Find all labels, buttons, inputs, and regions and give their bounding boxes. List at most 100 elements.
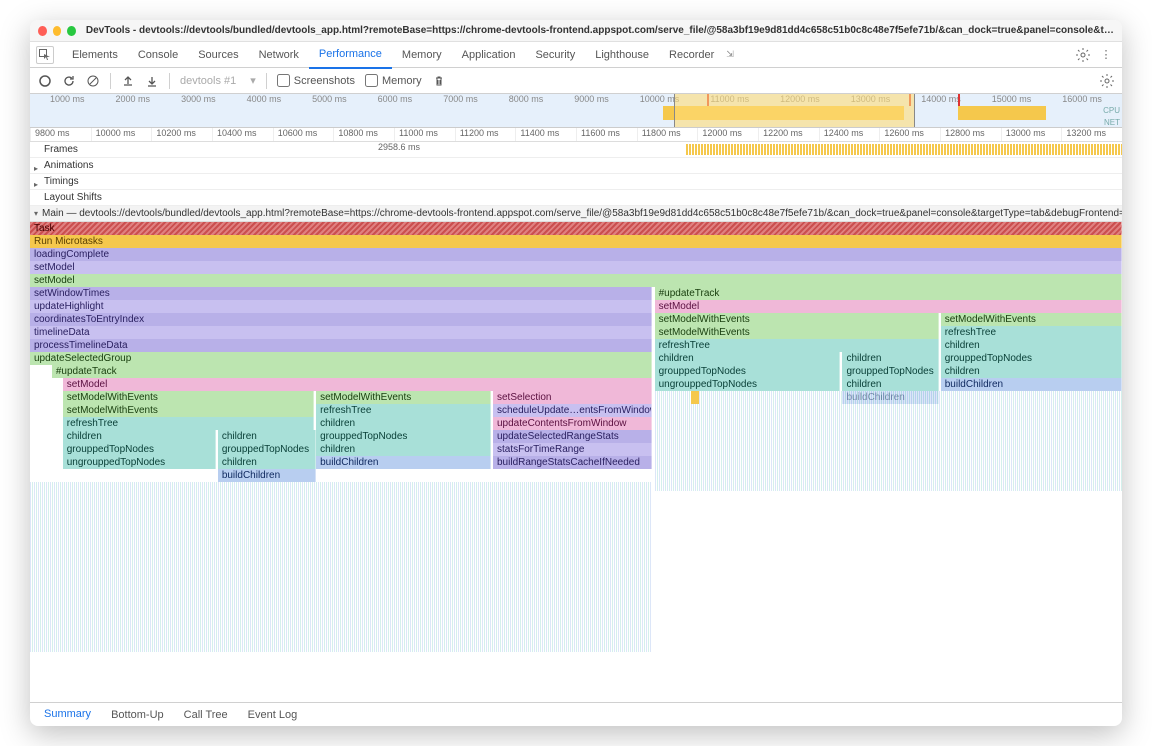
flame-bar[interactable]: buildRangeStatsCacheIfNeeded [493,456,652,469]
tab-network[interactable]: Network [249,42,309,68]
settings-gear-icon[interactable] [1076,48,1096,62]
flame-bar[interactable]: setModelWithEvents [63,404,314,417]
close-window-button[interactable] [38,26,47,36]
flame-bar[interactable]: children [842,378,938,391]
minimize-window-button[interactable] [53,26,62,36]
chevron-right-icon[interactable]: ▸ [34,180,38,189]
maximize-window-button[interactable] [67,26,76,36]
btab-bottom-up[interactable]: Bottom-Up [101,703,174,727]
flame-bar[interactable]: processTimelineData [30,339,652,352]
flame-bar[interactable]: setWindowTimes [30,287,652,300]
detail-ruler: 9800 ms10000 ms10200 ms10400 ms 10600 ms… [30,128,1122,142]
flame-bar[interactable]: refreshTree [63,417,314,430]
frames-track[interactable]: Frames 2958.6 ms [30,142,1122,158]
flame-bar[interactable]: refreshTree [941,326,1122,339]
frames-fill [686,144,1122,155]
flame-bar[interactable]: #updateTrack [655,287,1122,300]
separator [110,73,111,89]
record-icon[interactable] [38,74,52,88]
flame-bar[interactable]: grouppedTopNodes [63,443,216,456]
flame-bar[interactable]: grouppedTopNodes [218,443,316,456]
flame-bar[interactable]: setModelWithEvents [941,313,1122,326]
flame-bar[interactable]: grouppedTopNodes [842,365,938,378]
flame-bar[interactable]: setSelection [493,391,652,404]
flame-bar[interactable]: setModelWithEvents [63,391,314,404]
chevron-right-icon[interactable]: ▸ [34,164,38,173]
flame-bar[interactable]: Task [30,222,1122,235]
download-icon[interactable] [145,74,159,88]
flame-bar[interactable]: setModelWithEvents [316,391,491,404]
flame-bar[interactable]: children [655,352,841,365]
tab-lighthouse[interactable]: Lighthouse [585,42,659,68]
memory-checkbox[interactable]: Memory [365,74,422,87]
btab-call-tree[interactable]: Call Tree [174,703,238,727]
flame-bar[interactable]: setModelWithEvents [655,326,939,339]
tab-application[interactable]: Application [452,42,526,68]
timeline-overview[interactable]: 1000 ms2000 ms3000 ms4000 ms 5000 ms6000… [30,94,1122,128]
btab-summary[interactable]: Summary [34,702,101,727]
tab-recorder[interactable]: Recorder [659,42,724,68]
flame-bar[interactable]: children [941,339,1122,352]
flame-bar[interactable]: setModel [30,274,1122,287]
flame-bar[interactable]: children [316,417,491,430]
flame-chart[interactable]: Task Run Microtasks loadingComplete setM… [30,222,1122,702]
flame-bar[interactable]: statsForTimeRange [493,443,652,456]
garbage-collect-icon[interactable] [432,74,446,88]
overview-selection[interactable] [674,94,914,127]
flame-bar[interactable]: setModel [655,300,1122,313]
flame-bar[interactable]: loadingComplete [30,248,1122,261]
flame-bar[interactable]: updateSelectedRangeStats [493,430,652,443]
screenshots-checkbox[interactable]: Screenshots [277,74,355,87]
animations-track[interactable]: ▸Animations [30,158,1122,174]
timings-track[interactable]: ▸Timings [30,174,1122,190]
flame-bar[interactable]: coordinatesToEntryIndex [30,313,652,326]
flame-bar[interactable]: grouppedTopNodes [941,352,1122,365]
flame-deep-stack [655,391,1122,491]
more-menu-icon[interactable]: ⋮ [1096,48,1116,61]
tab-sources[interactable]: Sources [188,42,248,68]
flame-bar[interactable]: ungrouppedTopNodes [655,378,841,391]
flame-bar[interactable]: children [941,365,1122,378]
flame-bar[interactable]: updateHighlight [30,300,652,313]
flame-bar[interactable]: updateContentsFromWindow [493,417,652,430]
cpu-label: CPU [1103,106,1120,115]
upload-icon[interactable] [121,74,135,88]
flame-bar[interactable]: setModel [30,261,1122,274]
flame-bar[interactable]: timelineData [30,326,652,339]
layout-shifts-track[interactable]: Layout Shifts [30,190,1122,206]
context-dropdown[interactable]: devtools #1▾ [180,74,256,87]
flame-bar[interactable]: children [218,456,316,469]
tab-performance[interactable]: Performance [309,41,392,69]
titlebar: DevTools - devtools://devtools/bundled/d… [30,20,1122,42]
flame-bar[interactable]: ungrouppedTopNodes [63,456,216,469]
inspect-element-icon[interactable] [36,46,54,64]
tab-elements[interactable]: Elements [62,42,128,68]
flame-bar[interactable]: updateSelectedGroup [30,352,652,365]
flame-bar[interactable]: refreshTree [316,404,491,417]
flame-bar[interactable]: children [842,352,938,365]
flame-bar[interactable]: setModelWithEvents [655,313,939,326]
capture-settings-gear-icon[interactable] [1100,74,1114,88]
btab-event-log[interactable]: Event Log [238,703,308,727]
tab-memory[interactable]: Memory [392,42,452,68]
reload-icon[interactable] [62,74,76,88]
chevron-down-icon[interactable]: ▾ [34,209,38,218]
main-thread-header[interactable]: ▾ Main — devtools://devtools/bundled/dev… [30,206,1122,222]
flame-bar[interactable]: grouppedTopNodes [655,365,841,378]
flame-bar[interactable]: grouppedTopNodes [316,430,491,443]
flame-bar[interactable]: Run Microtasks [30,235,1122,248]
flame-bar[interactable]: buildChildren [316,456,491,469]
flame-bar[interactable]: scheduleUpdate…entsFromWindow [493,404,652,417]
flame-bar[interactable]: refreshTree [655,339,939,352]
flame-bar[interactable]: children [218,430,316,443]
tab-security[interactable]: Security [525,42,585,68]
flame-bar[interactable]: buildChildren [941,378,1122,391]
flame-bar[interactable]: setModel [63,378,653,391]
flame-bar[interactable]: buildChildren [218,469,316,482]
flame-bar[interactable]: children [316,443,491,456]
clear-icon[interactable] [86,74,100,88]
flame-deep-stack [30,482,652,652]
flame-bar[interactable]: #updateTrack [52,365,653,378]
flame-bar[interactable]: children [63,430,216,443]
tab-console[interactable]: Console [128,42,188,68]
